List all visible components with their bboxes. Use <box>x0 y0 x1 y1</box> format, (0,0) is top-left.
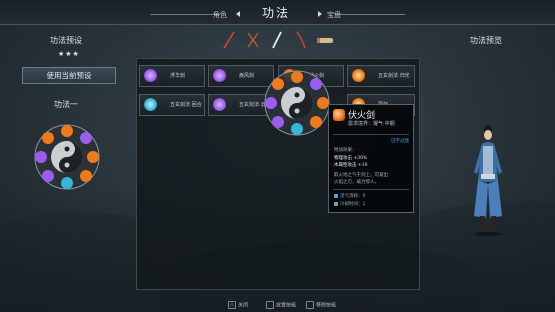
wheel-slot-purple-icon <box>35 151 47 163</box>
skill-name: 五玄剑法·云 <box>239 102 266 108</box>
preset-name: 功法一 <box>54 100 78 109</box>
skill-item[interactable]: 五玄剑法·归光 <box>347 65 415 87</box>
swirl-icon <box>213 69 226 82</box>
blade-icon[interactable] <box>294 31 308 49</box>
wheel-slot-fire-icon <box>42 132 54 144</box>
cooldown-icon <box>334 201 338 206</box>
weapon-type-bar <box>222 31 334 51</box>
fire-icon <box>352 69 365 82</box>
wheel-slot-cyan-icon <box>61 177 73 189</box>
tooltip-status: 已学过境 <box>391 139 409 144</box>
tooltip-effect-head: 附加效果： <box>334 148 357 153</box>
skill-item[interactable]: 浮华剑 <box>139 65 205 87</box>
preview-title: 功法预览 <box>470 36 502 45</box>
wheel-slot-fire-icon <box>80 170 92 182</box>
divider <box>333 134 409 135</box>
swirl-icon <box>144 98 157 111</box>
twin-swords-icon[interactable] <box>246 31 260 49</box>
tab-divider-right <box>335 14 405 15</box>
tooltip-cost-2: 冷却时间：2 <box>334 201 365 207</box>
use-preset-button[interactable]: 使用当前预设 <box>22 67 116 84</box>
hint-close[interactable]: G 关闭 <box>228 301 248 309</box>
tab-left-arrow-icon[interactable] <box>236 11 240 17</box>
mouse-icon <box>266 301 274 309</box>
preset-title: 功法预设 <box>50 36 82 45</box>
hint-remove-skill[interactable]: 移除技能 <box>306 301 336 309</box>
scroll-icon[interactable] <box>316 31 334 49</box>
tab-treasure[interactable]: 宝盘 <box>327 10 341 20</box>
tab-right-arrow-icon[interactable] <box>318 11 322 17</box>
tab-character[interactable]: 角色 <box>213 10 227 20</box>
equipped-skill-wheel[interactable] <box>263 69 331 141</box>
tooltip-cost-1: 灵气消耗：6 <box>334 193 365 199</box>
skill-item[interactable]: 五玄剑法·回合 <box>139 94 205 116</box>
mouse-icon <box>306 301 314 309</box>
skill-name: 疾风剑 <box>239 73 255 79</box>
key-icon: G <box>228 301 236 309</box>
tab-divider-left <box>150 14 220 15</box>
wheel-slot-fire-icon <box>61 125 73 137</box>
skill-tooltip: 伏火剑 需求境界：凝气·中期 已学过境 附加效果： 物理攻击 +30% 木属性攻… <box>328 104 414 213</box>
preset-stars: ★★★ <box>58 50 80 58</box>
tooltip-desc-2: 火焰之刃，威力惊人。 <box>334 180 379 185</box>
top-bar: 角色 功法 宝盘 <box>0 0 555 25</box>
tab-skills[interactable]: 功法 <box>262 4 290 21</box>
sword-icon[interactable] <box>270 31 284 49</box>
preset-skill-wheel[interactable] <box>33 123 101 195</box>
wheel-slot-purple-icon <box>42 170 54 182</box>
spear-icon[interactable] <box>222 31 236 49</box>
skill-name: 浮华剑 <box>170 73 186 79</box>
skill-name: 五玄剑法·归光 <box>378 73 410 79</box>
wheel-slot-purple-icon <box>80 132 92 144</box>
fire-icon <box>333 109 345 121</box>
hint-place-skill[interactable]: 放置技能 <box>266 301 296 309</box>
swirl-icon <box>144 69 157 82</box>
swirl-icon <box>213 98 226 111</box>
divider <box>333 189 409 190</box>
wheel-slot-fire-icon <box>87 151 99 163</box>
skill-name: 五玄剑法·回合 <box>170 102 202 108</box>
tooltip-effect-2: 木属性攻击 +10 <box>334 163 368 168</box>
mana-icon <box>334 193 338 198</box>
character-preview <box>474 125 502 236</box>
tooltip-desc-1: 取火地之气于剑上，可凝出 <box>334 173 388 178</box>
tooltip-effect-1: 物理攻击 +30% <box>334 156 368 161</box>
tooltip-requirement: 需求境界：凝气·中期 <box>348 121 395 127</box>
